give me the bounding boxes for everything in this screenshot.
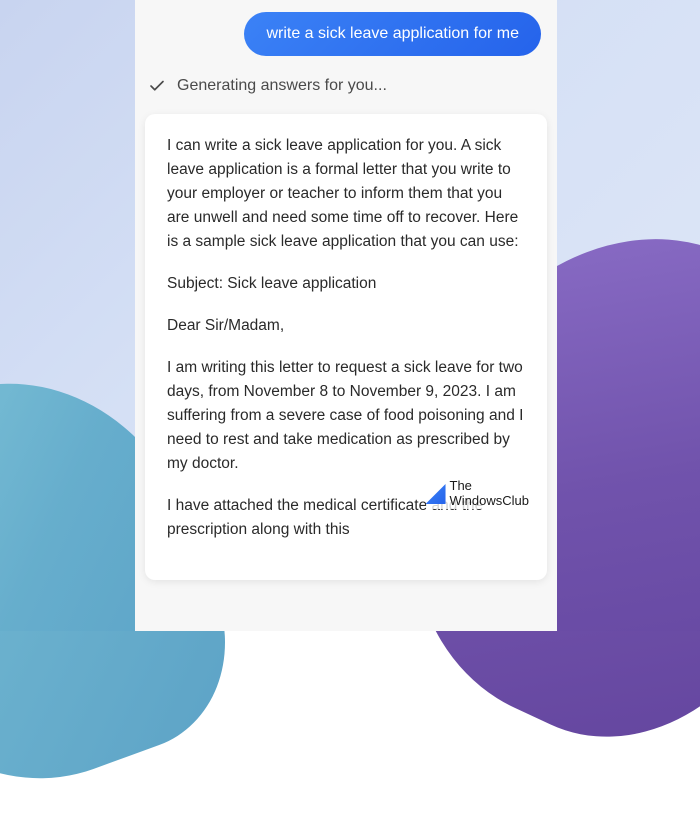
watermark: The WindowsClub xyxy=(426,479,529,509)
watermark-line2: WindowsClub xyxy=(450,494,529,509)
checkmark-icon xyxy=(147,76,167,96)
response-salutation: Dear Sir/Madam, xyxy=(167,314,525,338)
assistant-response-card: I can write a sick leave application for… xyxy=(145,114,547,580)
user-message-bubble[interactable]: write a sick leave application for me xyxy=(244,12,541,56)
chat-panel: write a sick leave application for me Ge… xyxy=(135,0,557,631)
watermark-line1: The xyxy=(450,479,529,494)
user-message-row: write a sick leave application for me xyxy=(135,12,557,72)
status-text: Generating answers for you... xyxy=(177,77,387,95)
response-subject: Subject: Sick leave application xyxy=(167,272,525,296)
response-paragraph: I can write a sick leave application for… xyxy=(167,134,525,254)
response-body-1: I am writing this letter to request a si… xyxy=(167,356,525,476)
watermark-text: The WindowsClub xyxy=(450,479,529,509)
status-row: Generating answers for you... xyxy=(135,72,557,114)
watermark-logo-icon xyxy=(426,484,446,504)
